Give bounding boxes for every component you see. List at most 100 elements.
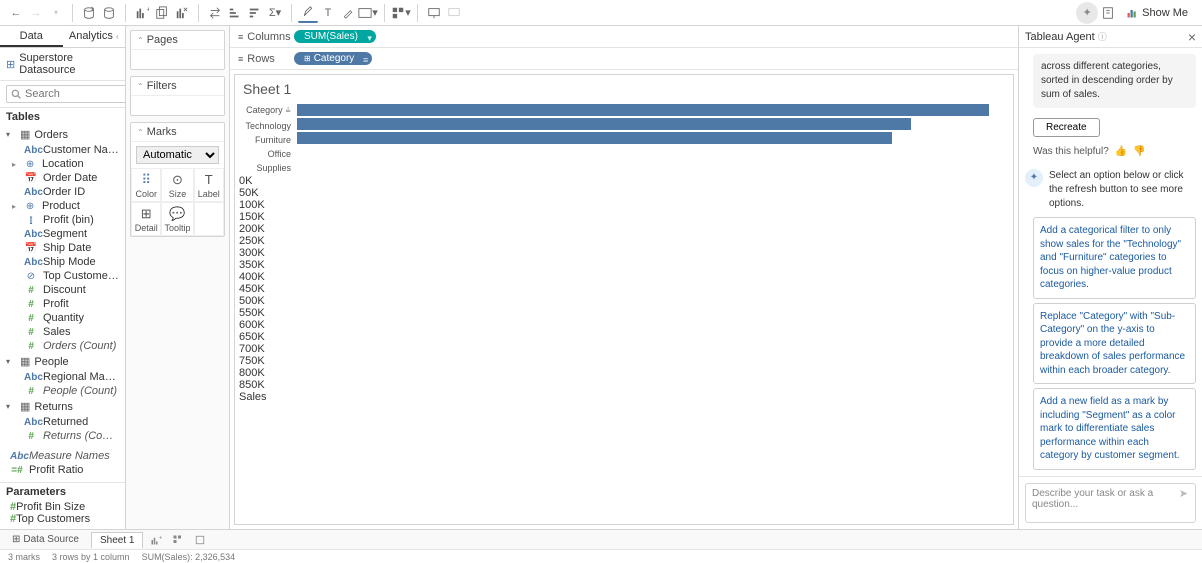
field-profit-bin-size[interactable]: #Profit Bin Size [2,501,123,513]
field-product[interactable]: ▸⊕Product [2,199,123,213]
x-tick: 50K [239,187,1009,199]
field-profit-bin-[interactable]: ⫾Profit (bin) [2,213,123,227]
datasource-item[interactable]: ⊞ Superstore Datasource [0,48,125,81]
redo-button[interactable]: → [26,3,46,23]
datasource-tab[interactable]: ⊞Data Source [4,532,87,547]
clear-button[interactable] [172,3,192,23]
info-icon[interactable]: ⓘ [1098,30,1107,43]
field-regional-manager[interactable]: AbcRegional Manager [2,370,123,384]
y-tick: Office Supplies [239,147,297,175]
x-tick: 200K [239,223,1009,235]
mark-size[interactable]: ⊙Size [161,168,193,202]
mark-tooltip[interactable]: 💬Tooltip [161,202,193,236]
suggestion-1[interactable]: Add a categorical filter to only show sa… [1033,217,1196,299]
redo-dropdown[interactable]: ▾ [46,3,66,23]
sheet-tab[interactable]: Sheet 1 [91,532,143,548]
show-me-button[interactable]: Show Me [1118,5,1196,21]
tableau-agent-panel: Tableau Agent ⓘ × across different categ… [1018,26,1202,529]
field-sales[interactable]: #Sales [2,325,123,339]
agent-prior-text: across different categories, sorted in d… [1033,54,1196,108]
filters-card[interactable]: ⌃Filters [130,76,225,116]
new-story-icon[interactable] [191,532,209,548]
field-segment[interactable]: AbcSegment [2,227,123,241]
field-ship-mode[interactable]: AbcShip Mode [2,255,123,269]
suggestion-3[interactable]: Add a new field as a mark by including "… [1033,388,1196,470]
field-people-count-[interactable]: #People (Count) [2,384,123,398]
send-icon[interactable]: ➤ [1179,487,1188,500]
bar-furniture[interactable] [297,118,911,130]
y-tick: Technology [239,119,297,133]
field-orders-count-[interactable]: #Orders (Count) [2,339,123,353]
dashboard-button[interactable]: ▾ [391,3,411,23]
suggestion-2[interactable]: Replace "Category" with "Sub-Category" o… [1033,303,1196,385]
thumbs-down-icon[interactable]: 👎 [1133,145,1145,159]
x-tick: 450K [239,283,1009,295]
analytics-tab[interactable]: Analytics ‹ [63,26,126,47]
field-order-date[interactable]: 📅Order Date [2,171,123,185]
field-ship-date[interactable]: 📅Ship Date [2,241,123,255]
mark-color[interactable]: ⠿Color [131,168,161,202]
sort-asc-button[interactable] [225,3,245,23]
rows-shelf[interactable]: ⊞Category≡ [290,50,1018,67]
color-icon: ⠿ [134,173,158,187]
sort-desc-button[interactable] [245,3,265,23]
swap-button[interactable] [205,3,225,23]
tables-header: Tables [0,108,125,126]
close-icon[interactable]: × [1188,29,1196,45]
new-worksheet-icon[interactable]: + [147,532,165,548]
new-worksheet-button[interactable]: + [132,3,152,23]
worksheet: ≡Columns SUM(Sales)▾ ≡Rows ⊞Category≡ Sh… [230,26,1018,529]
table-returns[interactable]: ▾▦Returns [2,398,123,415]
pages-card[interactable]: ⌃Pages [130,30,225,70]
size-icon: ⊙ [164,173,190,187]
x-tick: 0K [239,175,1009,187]
data-tree: ▾▦Orders AbcCustomer Name▸⊕Location📅Orde… [0,126,125,482]
labels-button[interactable]: T [318,3,338,23]
share-button[interactable] [444,3,464,23]
field-profit[interactable]: #Profit [2,297,123,311]
field-location[interactable]: ▸⊕Location [2,157,123,171]
data-guide-button[interactable] [1098,3,1118,23]
field-order-id[interactable]: AbcOrder ID [2,185,123,199]
new-datasource-button[interactable] [79,3,99,23]
x-tick: 350K [239,259,1009,271]
autoupdate-button[interactable] [99,3,119,23]
field-returned[interactable]: AbcReturned [2,415,123,429]
bar-technology[interactable] [297,104,989,116]
table-people[interactable]: ▾▦People [2,353,123,370]
mark-type-select[interactable]: Automatic [136,146,219,164]
x-tick: 100K [239,199,1009,211]
columns-shelf[interactable]: SUM(Sales)▾ [290,28,1018,45]
fit-button[interactable]: ▾ [358,3,378,23]
field-top-customers[interactable]: #Top Customers [2,513,123,525]
field-customer-name[interactable]: AbcCustomer Name [2,143,123,157]
field-returns-count-[interactable]: #Returns (Count) [2,429,123,443]
thumbs-up-icon[interactable]: 👍 [1115,145,1127,159]
agent-input[interactable]: Describe your task or ask a question... [1025,483,1196,523]
field-top-customers-by-p-[interactable]: ⊘Top Customers by P... [2,269,123,283]
field-profit-ratio[interactable]: =#Profit Ratio [2,463,123,477]
undo-button[interactable]: ← [6,3,26,23]
duplicate-button[interactable] [152,3,172,23]
mark-label[interactable]: TLabel [194,168,225,202]
data-tab[interactable]: Data [0,26,63,47]
x-tick: 600K [239,319,1009,331]
tableau-agent-icon[interactable]: ✦ [1076,2,1098,24]
x-tick: 500K [239,295,1009,307]
sheet-title[interactable]: Sheet 1 [239,79,1009,103]
table-orders[interactable]: ▾▦Orders [2,126,123,143]
format-button[interactable] [338,3,358,23]
bar-office-supplies[interactable] [297,132,892,144]
pill-category[interactable]: ⊞Category≡ [294,52,372,65]
field-quantity[interactable]: #Quantity [2,311,123,325]
mark-detail[interactable]: ⊞Detail [131,202,161,236]
field-measure-names[interactable]: AbcMeasure Names [2,449,123,463]
presentation-button[interactable] [424,3,444,23]
new-dashboard-icon[interactable] [169,532,187,548]
pill-sum-sales[interactable]: SUM(Sales)▾ [294,30,376,43]
recreate-button[interactable]: Recreate [1033,118,1100,137]
field-discount[interactable]: #Discount [2,283,123,297]
totals-button[interactable]: Σ▾ [265,3,285,23]
highlight-button[interactable] [298,3,318,23]
x-tick: 550K [239,307,1009,319]
